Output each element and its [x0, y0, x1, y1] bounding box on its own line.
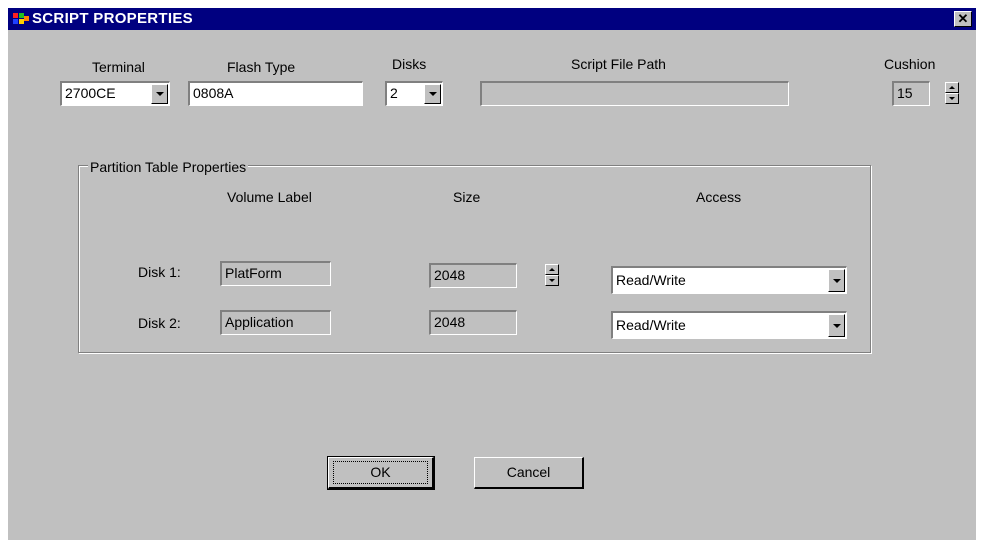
- partition-group-title: Partition Table Properties: [88, 159, 249, 175]
- cancel-button-label: Cancel: [506, 464, 551, 480]
- chevron-down-icon: [832, 278, 841, 283]
- chevron-down-icon: [155, 92, 164, 96]
- disks-dropdown[interactable]: 2: [385, 81, 443, 106]
- cushion-value: 15: [897, 85, 913, 101]
- disk2-access-dropdown[interactable]: Read/Write: [611, 311, 847, 339]
- disk1-size-spinner[interactable]: [545, 264, 559, 286]
- disks-value: 2: [390, 85, 398, 101]
- ok-button[interactable]: OK: [327, 456, 435, 490]
- disk1-size-value: 2048: [434, 267, 466, 283]
- disk1-volume-value: PlatForm: [225, 265, 282, 281]
- chevron-down-icon: [428, 92, 437, 96]
- disk1-size-input[interactable]: 2048: [429, 263, 517, 288]
- disk1-access-value: Read/Write: [616, 272, 686, 288]
- terminal-dropdown[interactable]: 2700CE: [60, 81, 170, 106]
- access-header: Access: [696, 189, 742, 205]
- disk2-access-value: Read/Write: [616, 317, 686, 333]
- script-file-path-input[interactable]: [480, 81, 789, 106]
- flash-type-input[interactable]: 0808A: [188, 81, 363, 106]
- app-icon: [13, 13, 29, 24]
- disk1-label: Disk 1:: [138, 264, 181, 280]
- disk2-size-input[interactable]: 2048: [429, 310, 517, 335]
- disk2-volume-input[interactable]: Application: [220, 310, 331, 335]
- terminal-label: Terminal: [92, 59, 145, 75]
- disk2-size-value: 2048: [434, 314, 466, 330]
- script-properties-window: SCRIPT PROPERTIES ✕ Terminal Flash Type …: [8, 8, 976, 540]
- volume-label-header: Volume Label: [227, 189, 312, 205]
- close-button[interactable]: ✕: [954, 11, 972, 27]
- cushion-label: Cushion: [884, 56, 936, 72]
- disk2-volume-value: Application: [225, 314, 294, 330]
- disk1-spin-down[interactable]: [545, 275, 559, 286]
- arrow-up-icon: [949, 86, 955, 89]
- flash-type-label: Flash Type: [227, 59, 296, 75]
- arrow-up-icon: [549, 268, 555, 271]
- disk2-access-dropdown-button[interactable]: [828, 314, 845, 337]
- disk1-access-dropdown[interactable]: Read/Write: [611, 266, 847, 294]
- cushion-spin-up[interactable]: [945, 82, 959, 93]
- cancel-button[interactable]: Cancel: [474, 457, 584, 489]
- flash-type-value: 0808A: [193, 85, 234, 101]
- arrow-down-icon: [549, 279, 555, 282]
- terminal-value: 2700CE: [65, 85, 116, 101]
- arrow-down-icon: [949, 97, 955, 100]
- disks-label: Disks: [392, 56, 427, 72]
- size-header: Size: [453, 189, 481, 205]
- window-title: SCRIPT PROPERTIES: [32, 10, 193, 27]
- close-icon: ✕: [957, 11, 969, 26]
- chevron-down-icon: [832, 323, 841, 328]
- disk2-label: Disk 2:: [138, 315, 181, 331]
- disk1-spin-up[interactable]: [545, 264, 559, 275]
- disks-dropdown-button[interactable]: [424, 84, 441, 104]
- cushion-spin-down[interactable]: [945, 93, 959, 104]
- cushion-input[interactable]: 15: [892, 81, 930, 106]
- disk1-access-dropdown-button[interactable]: [828, 269, 845, 292]
- focus-rect: [333, 461, 428, 484]
- terminal-dropdown-button[interactable]: [151, 84, 168, 104]
- disk1-volume-input[interactable]: PlatForm: [220, 261, 331, 286]
- script-file-path-label: Script File Path: [571, 56, 666, 72]
- title-bar[interactable]: SCRIPT PROPERTIES ✕: [8, 8, 976, 30]
- cushion-spinner[interactable]: [945, 82, 959, 104]
